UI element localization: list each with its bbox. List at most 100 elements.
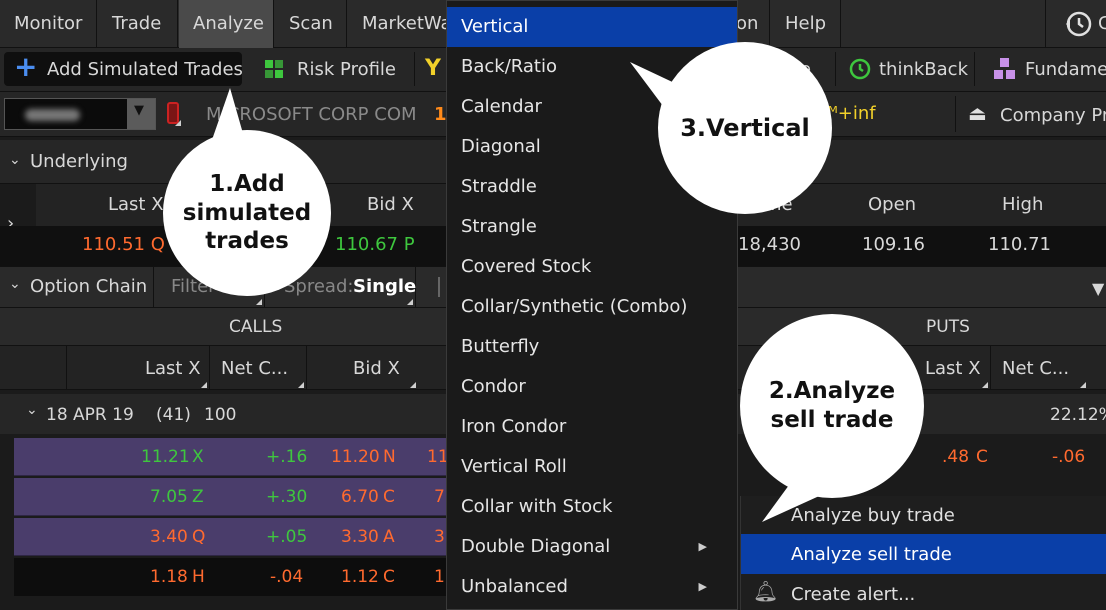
menu-item-double-diagonal[interactable]: Double Diagonal ▶ [447, 527, 737, 567]
underlying-open: 109.16 [862, 234, 925, 255]
menu-item-unbalanced[interactable]: Unbalanced ▶ [447, 567, 737, 607]
put-last: .48 [942, 447, 970, 467]
menu-item-vertical-roll[interactable]: Vertical Roll [447, 447, 737, 487]
menu-scan[interactable]: Scan [275, 0, 347, 48]
puts-col-net-change[interactable]: Net C... [992, 346, 1088, 390]
col-spacer [12, 346, 67, 390]
add-simulated-trades-button[interactable]: + Add Simulated Trades [4, 50, 243, 86]
menu-item-strangle[interactable]: Strangle [447, 207, 737, 247]
menu-marketwatch[interactable]: MarketWa [348, 0, 448, 48]
row-bid-ex: A [383, 527, 395, 547]
thinkback-button[interactable]: thinkBack [835, 52, 975, 86]
col-open[interactable]: Open [868, 194, 916, 215]
split-y-icon[interactable]: Y [425, 56, 445, 82]
row-net: -.04 [270, 567, 304, 587]
symbol-blurred [25, 109, 80, 121]
puts-label: PUTS [926, 317, 970, 337]
company-profile-button[interactable]: ⏏ Company Pro [955, 96, 1106, 132]
create-alert[interactable]: 🔔︎ Create alert... [741, 574, 1106, 610]
menu-item-butterfly[interactable]: Butterfly [447, 327, 737, 367]
row-net: +.16 [266, 447, 308, 467]
calls-col-net-change[interactable]: Net C... [211, 346, 307, 390]
row-last: 1.18 [150, 567, 188, 587]
row-bid: 6.70 [341, 487, 379, 507]
collapse-triangle-icon[interactable]: ▼ [1092, 279, 1104, 298]
menu-item-collar-with-stock[interactable]: Collar with Stock [447, 487, 737, 527]
layout-divider [438, 277, 440, 297]
col-last-x[interactable]: Last X [108, 194, 164, 215]
callout-analyze-sell-trade: 2.Analyze sell trade [740, 314, 924, 498]
row-bid-ex: C [383, 487, 395, 507]
inf-indicator: ᴹ+inf [828, 103, 876, 124]
symbol-leading-digit: 1 [434, 104, 447, 125]
clock-icon[interactable]: C [1045, 0, 1106, 48]
clock-label: C [1098, 13, 1106, 34]
menu-partial-on[interactable]: on [736, 0, 770, 48]
menu-item-condor[interactable]: Condor [447, 367, 737, 407]
inf-label: +inf [837, 103, 876, 124]
context-menu: Analyze buy trade Analyze sell trade 🔔︎ … [740, 496, 1106, 610]
menu-item-collar-synthetic[interactable]: Collar/Synthetic (Combo) [447, 287, 737, 327]
risk-profile-button[interactable]: Risk Profile [255, 52, 415, 86]
chevron-down-icon: ⌄ [9, 276, 21, 292]
expiry-iv: 22.12% [1050, 405, 1106, 425]
option-chain-title: Option Chain [30, 276, 148, 297]
thinkback-icon [849, 58, 871, 80]
row-last-ex: Q [192, 527, 206, 547]
symbol-dropdown-button[interactable]: ▼ [127, 99, 155, 129]
row-last-ex: Z [192, 487, 204, 507]
menu-analyze[interactable]: Analyze [179, 0, 274, 48]
menu-help[interactable]: Help [771, 0, 841, 48]
row-last-ex: H [192, 567, 205, 587]
fundamentals-icon [994, 58, 1015, 79]
chevron-down-icon: ⌄ [26, 402, 38, 418]
menu-trade[interactable]: Trade [98, 0, 178, 48]
callout-add-simulated-trades: 1.Add simulated trades [163, 130, 331, 296]
underlying-last: 110.51 Q [82, 234, 165, 255]
add-simulated-trades-label: Add Simulated Trades [47, 59, 243, 80]
company-profile-label: Company Pro [1000, 105, 1106, 126]
fundamentals-button[interactable]: Fundame [985, 52, 1106, 86]
bell-icon: 🔔︎ [753, 579, 779, 603]
put-last-ex: C [976, 447, 988, 467]
callout-vertical: 3.Vertical [658, 42, 832, 214]
underlying-volume: 18,430 [738, 234, 801, 255]
row-last-ex: X [192, 447, 204, 467]
put-net: -.06 [1052, 447, 1086, 467]
calls-col-bid-x[interactable]: Bid X [308, 346, 418, 390]
calls-col-last-x[interactable]: Last X [68, 346, 210, 390]
chevron-down-icon: ⌄ [9, 152, 21, 168]
row-bid: 1.12 [341, 567, 379, 587]
row-partial: 3 [434, 527, 445, 547]
fundamentals-label: Fundame [1025, 59, 1106, 80]
chevron-down-icon: ▼ [134, 103, 144, 118]
link-red-icon[interactable] [165, 100, 183, 128]
row-bid-ex: C [383, 567, 395, 587]
expiry-days: (41) [156, 405, 191, 425]
row-last: 7.05 [150, 487, 188, 507]
calls-label: CALLS [229, 317, 283, 337]
menu-item-vertical[interactable]: Vertical [447, 7, 737, 47]
expiry-multiplier: 100 [204, 405, 237, 425]
menu-item-iron-condor[interactable]: Iron Condor [447, 407, 737, 447]
row-bid-ex: N [383, 447, 396, 467]
col-high[interactable]: High [1002, 194, 1043, 215]
analyze-sell-trade[interactable]: Analyze sell trade [741, 534, 1106, 574]
row-net: +.05 [266, 527, 308, 547]
chevron-right-icon: ▶ [698, 580, 707, 593]
row-bid: 11.20 [331, 447, 380, 467]
symbol-description: MICROSOFT CORP COM [206, 104, 417, 125]
analyze-buy-trade[interactable]: Analyze buy trade [741, 496, 1106, 534]
menu-monitor[interactable]: Monitor [0, 0, 97, 48]
spread-value: Single [353, 276, 417, 297]
option-chain-toggle[interactable]: ⌄ Option Chain [0, 267, 154, 307]
symbol-input[interactable]: ▼ [4, 98, 156, 130]
col-bid-x[interactable]: Bid X [367, 194, 414, 215]
eject-icon: ⏏ [968, 101, 987, 125]
underlying-title: Underlying [30, 151, 128, 172]
underlying-bid: 110.67 P [335, 234, 415, 255]
menu-item-covered-stock[interactable]: Covered Stock [447, 247, 737, 287]
row-net: +.30 [266, 487, 308, 507]
row-partial: 7 [434, 487, 445, 507]
row-bid: 3.30 [341, 527, 379, 547]
